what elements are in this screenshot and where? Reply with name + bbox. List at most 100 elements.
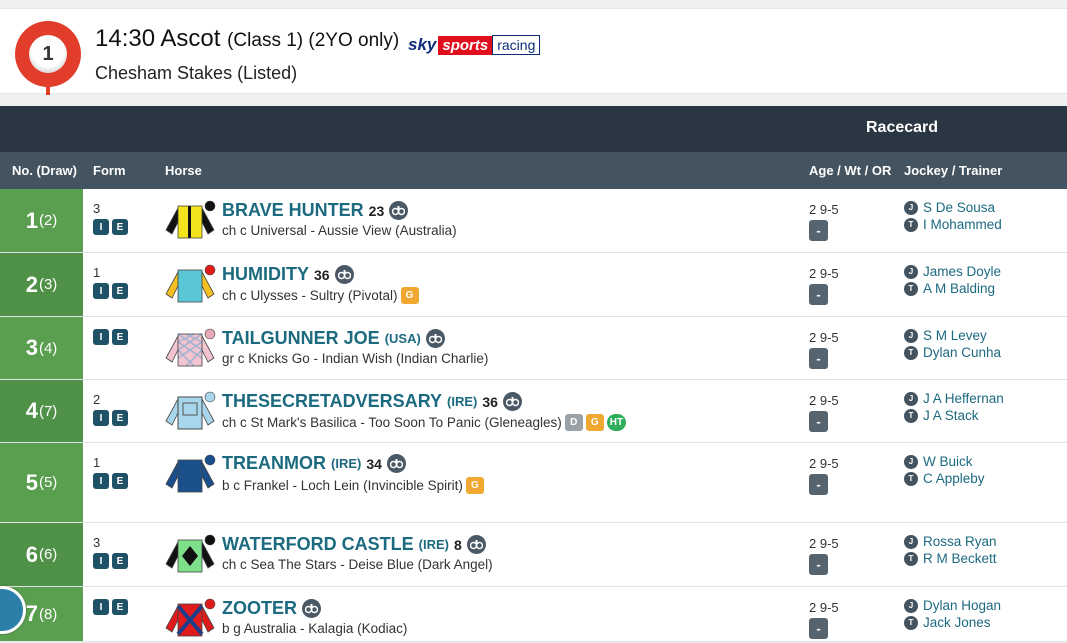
horse-name-link[interactable]: HUMIDITY 36 (222, 264, 354, 285)
runner-row[interactable]: 4 (7) 2 I E THESECRETADVERSARY (IRE) 36 … (0, 380, 1067, 443)
horse-name[interactable]: BRAVE HUNTER (222, 200, 364, 221)
tag-d[interactable]: D (564, 414, 583, 431)
runner-form: 1 (93, 265, 101, 280)
trainer[interactable]: T A M Balding (904, 281, 995, 296)
column-headers: No. (Draw) Form Horse Age / Wt / OR Jock… (0, 152, 1067, 189)
form-badge-e[interactable]: E (112, 283, 128, 299)
runner-row[interactable]: 3 (4) I E TAILGUNNER JOE (USA) gr c Knic… (0, 317, 1067, 380)
jockey-name[interactable]: James Doyle (923, 264, 1001, 279)
horse-name-link[interactable]: TREANMOR (IRE) 34 (222, 453, 406, 474)
jockey-name[interactable]: Dylan Hogan (923, 598, 1001, 613)
binoculars-icon[interactable] (386, 454, 406, 473)
trainer-name[interactable]: A M Balding (923, 281, 995, 296)
jockey-name[interactable]: S De Sousa (923, 200, 995, 215)
form-badge-i[interactable]: I (93, 219, 109, 235)
logo-racing: racing (492, 35, 541, 55)
trainer-icon: T (904, 281, 918, 296)
race-number-badge: 1 (15, 21, 81, 87)
horse-name[interactable]: THESECRETADVERSARY (222, 391, 442, 412)
form-badge-i[interactable]: I (93, 473, 109, 489)
form-badge-i[interactable]: I (93, 329, 109, 345)
horse-name[interactable]: TREANMOR (222, 453, 326, 474)
trainer-name[interactable]: Dylan Cunha (923, 345, 1001, 360)
binoculars-icon[interactable] (302, 599, 321, 618)
racecard-bar: Racecard (0, 106, 1067, 152)
trainer[interactable]: T J A Stack (904, 408, 979, 423)
horse-name[interactable]: ZOOTER (222, 598, 297, 619)
horse-country: (IRE) (418, 537, 449, 552)
horse-country: (USA) (384, 331, 421, 346)
horse-breeding: b g Australia - Kalagia (Kodiac) (222, 621, 407, 636)
runner-row[interactable]: 7 (8) I E ZOOTER b g Australia - Kalagia… (0, 587, 1067, 642)
horse-name[interactable]: WATERFORD CASTLE (222, 534, 414, 555)
trainer-name[interactable]: C Appleby (923, 471, 985, 486)
binoculars-icon[interactable] (425, 329, 445, 348)
horse-name-link[interactable]: WATERFORD CASTLE (IRE) 8 (222, 534, 486, 555)
runner-row[interactable]: 5 (5) 1 I E TREANMOR (IRE) 34 b c Franke… (0, 443, 1067, 523)
form-badge-i[interactable]: I (93, 283, 109, 299)
form-badge-e[interactable]: E (112, 473, 128, 489)
horse-name-link[interactable]: BRAVE HUNTER 23 (222, 200, 409, 221)
form-badges: I E (93, 553, 128, 569)
horse-name[interactable]: TAILGUNNER JOE (222, 328, 380, 349)
jockey-name[interactable]: S M Levey (923, 328, 987, 343)
tag-g[interactable]: G (465, 477, 484, 494)
runner-row[interactable]: 2 (3) 1 I E HUMIDITY 36 ch c Ulysses - S… (0, 253, 1067, 317)
horse-name-link[interactable]: TAILGUNNER JOE (USA) (222, 328, 445, 349)
form-badges: I E (93, 219, 128, 235)
binoculars-icon[interactable] (334, 265, 354, 284)
jockey-silk-icon (164, 200, 216, 240)
tag-g[interactable]: G (585, 414, 604, 431)
form-badge-i[interactable]: I (93, 410, 109, 426)
race-course: Ascot (160, 25, 221, 52)
trainer-name[interactable]: I Mohammed (923, 217, 1002, 232)
form-badge-e[interactable]: E (112, 329, 128, 345)
jockey-name[interactable]: J A Heffernan (923, 391, 1004, 406)
tag-ht[interactable]: HT (606, 414, 627, 431)
horse-name-link[interactable]: THESECRETADVERSARY (IRE) 36 (222, 391, 522, 412)
jockey[interactable]: J S M Levey (904, 328, 987, 343)
runner-row[interactable]: 6 (6) 3 I E WATERFORD CASTLE (IRE) 8 ch … (0, 523, 1067, 587)
form-badges: I E (93, 410, 128, 426)
trainer[interactable]: T Dylan Cunha (904, 345, 1001, 360)
jockey-icon: J (904, 391, 918, 406)
jockey-name[interactable]: W Buick (923, 454, 973, 469)
form-badge-e[interactable]: E (112, 599, 128, 615)
form-badge-e[interactable]: E (112, 219, 128, 235)
form-badge-e[interactable]: E (112, 410, 128, 426)
form-badge-i[interactable]: I (93, 553, 109, 569)
horse-name-link[interactable]: ZOOTER (222, 598, 321, 619)
horse-breeding: b c Frankel - Loch Lein (Invincible Spir… (222, 477, 484, 494)
breeding-text: gr c Knicks Go - Indian Wish (Indian Cha… (222, 351, 489, 366)
runner-row[interactable]: 1 (2) 3 I E BRAVE HUNTER 23 ch c Univers… (0, 189, 1067, 253)
binoculars-icon[interactable] (466, 535, 486, 554)
racecard-title[interactable]: Racecard (866, 119, 938, 137)
form-badge-i[interactable]: I (93, 599, 109, 615)
jockey-name[interactable]: Rossa Ryan (923, 534, 997, 549)
jockey-silk-icon (164, 454, 216, 494)
horse-name[interactable]: HUMIDITY (222, 264, 309, 285)
binoculars-icon[interactable] (389, 201, 409, 220)
trainer[interactable]: T R M Beckett (904, 551, 997, 566)
jockey[interactable]: J J A Heffernan (904, 391, 1004, 406)
jockey-icon: J (904, 264, 918, 279)
breeding-text: ch c St Mark's Basilica - Too Soon To Pa… (222, 415, 562, 430)
trainer-name[interactable]: Jack Jones (923, 615, 991, 630)
tag-g[interactable]: G (400, 287, 419, 304)
age-weight: 2 9-5 (809, 536, 839, 551)
jockey[interactable]: J James Doyle (904, 264, 1001, 279)
trainer-name[interactable]: J A Stack (923, 408, 979, 423)
form-badge-e[interactable]: E (112, 553, 128, 569)
trainer-name[interactable]: R M Beckett (923, 551, 997, 566)
race-title: 14:30 Ascot (Class 1) (2YO only) (95, 25, 399, 53)
jockey[interactable]: J Rossa Ryan (904, 534, 997, 549)
jockey[interactable]: J S De Sousa (904, 200, 995, 215)
jockey[interactable]: J Dylan Hogan (904, 598, 1001, 613)
trainer[interactable]: T Jack Jones (904, 615, 991, 630)
binoculars-icon[interactable] (502, 392, 522, 411)
trainer[interactable]: T C Appleby (904, 471, 985, 486)
runner-draw: (5) (38, 474, 58, 491)
jockey[interactable]: J W Buick (904, 454, 973, 469)
age-weight: 2 9-5 (809, 266, 839, 281)
trainer[interactable]: T I Mohammed (904, 217, 1002, 232)
